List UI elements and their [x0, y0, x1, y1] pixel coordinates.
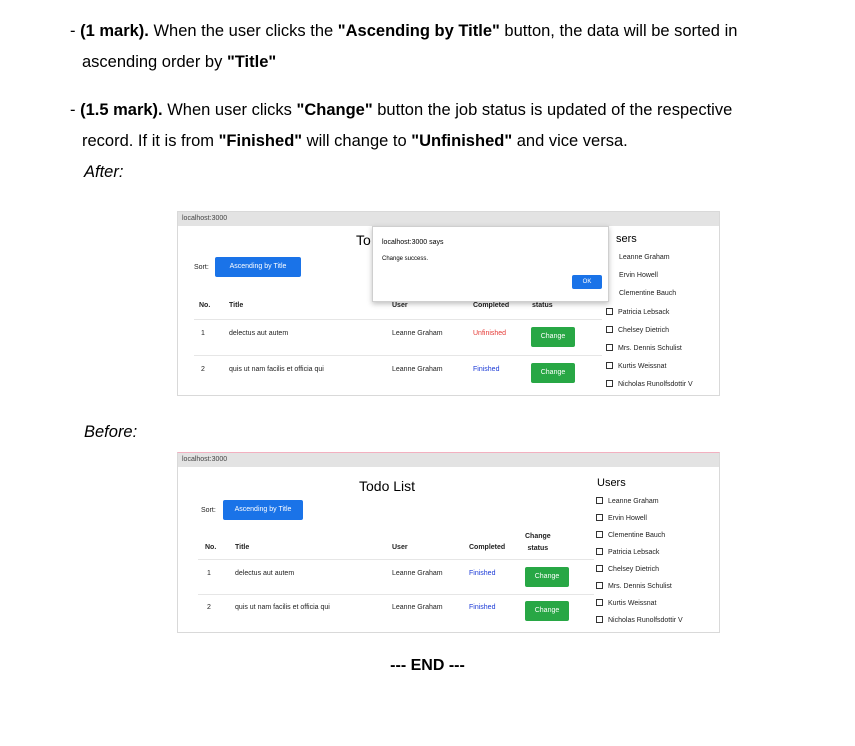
- user-item: Chelsey Dietrich: [606, 326, 669, 334]
- user-item: Patricia Lebsack: [596, 548, 659, 556]
- row1-change-button[interactable]: Change: [525, 567, 569, 587]
- after-screenshot: localhost:3000 To sers Sort: Ascending b…: [177, 211, 720, 396]
- user-item: Clementine Bauch: [619, 290, 677, 297]
- row-divider: [198, 594, 594, 595]
- user-checkbox[interactable]: [606, 308, 613, 315]
- col-change-status: Change status: [525, 533, 551, 552]
- row2-no: 2: [207, 604, 211, 611]
- user-checkbox[interactable]: [596, 531, 603, 538]
- col-completed: Completed: [473, 302, 510, 309]
- row1-user: Leanne Graham: [392, 330, 443, 337]
- header-divider: [194, 319, 602, 320]
- row2-no: 2: [201, 366, 205, 373]
- req1-line1: - (1 mark). When the user clicks the "As…: [70, 22, 738, 40]
- req1-line2: ascending order by "Title": [82, 53, 277, 71]
- user-checkbox[interactable]: [596, 565, 603, 572]
- row-divider: [194, 355, 602, 356]
- before-screenshot: localhost:3000 Todo List Users Sort: Asc…: [177, 452, 720, 633]
- req2-mark: (1.5 mark).: [80, 101, 163, 119]
- col-user: User: [392, 302, 408, 309]
- row1-no: 1: [201, 330, 205, 337]
- user-checkbox[interactable]: [596, 599, 603, 606]
- col-user: User: [392, 544, 408, 551]
- row1-completed: Unfinished: [473, 330, 507, 337]
- row1-change-button[interactable]: Change: [531, 327, 575, 347]
- row1-title: delectus aut autem: [235, 570, 295, 577]
- user-checkbox[interactable]: [596, 548, 603, 555]
- user-item: Ervin Howell: [619, 272, 658, 279]
- req1-mark: (1 mark).: [80, 22, 149, 40]
- user-item: Chelsey Dietrich: [596, 565, 659, 573]
- requirement-1: - (1 mark). When the user clicks the "As…: [70, 16, 810, 78]
- user-item: Nicholas Runolfsdottir V: [596, 616, 683, 624]
- user-item: Patricia Lebsack: [606, 308, 669, 316]
- user-item: Kurtis Weissnat: [606, 362, 667, 370]
- user-item: Mrs. Dennis Schulist: [606, 344, 682, 352]
- row2-user: Leanne Graham: [392, 366, 443, 373]
- col-title: Title: [229, 302, 244, 309]
- row2-completed: Finished: [469, 604, 496, 611]
- user-item: Nicholas Runolfsdottir V: [606, 380, 693, 388]
- sort-label: Sort:: [201, 507, 216, 514]
- ascending-by-title-button[interactable]: Ascending by Title: [223, 500, 303, 520]
- req2-line2: record. If it is from "Finished" will ch…: [82, 132, 628, 150]
- row2-title: quis ut nam facilis et officia qui: [229, 366, 324, 373]
- dialog-title: localhost:3000 says: [382, 239, 444, 246]
- requirement-2: - (1.5 mark). When user clicks "Change" …: [70, 95, 830, 157]
- page-title: Todo List: [359, 478, 416, 494]
- user-item: Leanne Graham: [596, 497, 659, 505]
- user-item: Ervin Howell: [596, 514, 647, 522]
- user-checkbox[interactable]: [596, 497, 603, 504]
- dialog-message: Change success.: [382, 256, 429, 262]
- row1-no: 1: [207, 570, 211, 577]
- users-header: sers: [616, 233, 637, 245]
- users-header: Users: [597, 477, 626, 489]
- user-checkbox[interactable]: [606, 362, 613, 369]
- address-bar: localhost:3000: [178, 212, 719, 226]
- alert-dialog: localhost:3000 says Change success. OK: [372, 226, 609, 302]
- row2-title: quis ut nam facilis et officia qui: [235, 604, 330, 611]
- page-title: To: [356, 232, 371, 248]
- user-item: Kurtis Weissnat: [596, 599, 657, 607]
- user-checkbox[interactable]: [596, 514, 603, 521]
- user-checkbox[interactable]: [606, 326, 613, 333]
- after-label: After:: [84, 163, 124, 181]
- col-no: No.: [205, 544, 217, 551]
- col-no: No.: [199, 302, 211, 309]
- row2-user: Leanne Graham: [392, 604, 443, 611]
- row2-completed: Finished: [473, 366, 500, 373]
- before-label: Before:: [84, 423, 138, 441]
- col-status: status: [532, 302, 553, 309]
- row2-change-button[interactable]: Change: [525, 601, 569, 621]
- col-completed: Completed: [469, 544, 506, 551]
- ascending-by-title-button[interactable]: Ascending by Title: [215, 257, 301, 277]
- user-checkbox[interactable]: [596, 582, 603, 589]
- header-divider: [198, 559, 594, 560]
- user-item: Leanne Graham: [619, 254, 670, 261]
- row1-completed: Finished: [469, 570, 496, 577]
- dialog-ok-button[interactable]: OK: [572, 275, 602, 289]
- col-title: Title: [235, 544, 250, 551]
- user-item: Clementine Bauch: [596, 531, 665, 539]
- user-item: Mrs. Dennis Schulist: [596, 582, 672, 590]
- row1-user: Leanne Graham: [392, 570, 443, 577]
- req2-line1: - (1.5 mark). When user clicks "Change" …: [70, 101, 733, 119]
- end-marker: --- END ---: [390, 657, 465, 674]
- user-checkbox[interactable]: [606, 380, 613, 387]
- row2-change-button[interactable]: Change: [531, 363, 575, 383]
- sort-label: Sort:: [194, 264, 209, 271]
- user-checkbox[interactable]: [596, 616, 603, 623]
- address-bar: localhost:3000: [178, 453, 719, 467]
- user-checkbox[interactable]: [606, 344, 613, 351]
- row1-title: delectus aut autem: [229, 330, 289, 337]
